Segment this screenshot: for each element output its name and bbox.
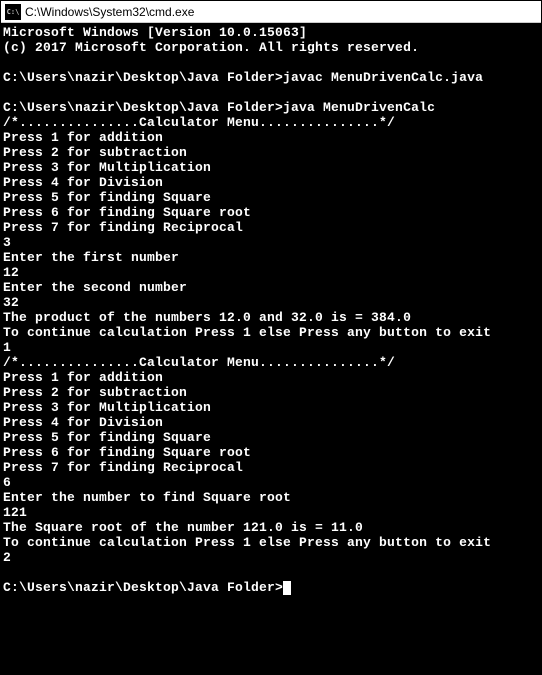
terminal-line: 2 (3, 550, 541, 565)
cmd-window: C:\ C:\Windows\System32\cmd.exe Microsof… (0, 0, 542, 675)
terminal-line (3, 85, 541, 100)
terminal-line: Press 7 for finding Reciprocal (3, 460, 541, 475)
terminal-line: Press 6 for finding Square root (3, 445, 541, 460)
terminal-line: /*...............Calculator Menu........… (3, 115, 541, 130)
terminal-line: To continue calculation Press 1 else Pre… (3, 325, 541, 340)
terminal-line: Enter the first number (3, 250, 541, 265)
terminal-line: 32 (3, 295, 541, 310)
terminal-line: Enter the number to find Square root (3, 490, 541, 505)
terminal-line: 121 (3, 505, 541, 520)
terminal-line: Press 4 for Division (3, 415, 541, 430)
terminal-line: Press 3 for Multiplication (3, 400, 541, 415)
title-bar[interactable]: C:\ C:\Windows\System32\cmd.exe (1, 1, 541, 23)
terminal-line: (c) 2017 Microsoft Corporation. All righ… (3, 40, 541, 55)
cursor (283, 581, 291, 595)
terminal-line (3, 55, 541, 70)
terminal-line: /*...............Calculator Menu........… (3, 355, 541, 370)
terminal-line: The Square root of the number 121.0 is =… (3, 520, 541, 535)
terminal-line: The product of the numbers 12.0 and 32.0… (3, 310, 541, 325)
terminal-output[interactable]: Microsoft Windows [Version 10.0.15063](c… (1, 23, 541, 674)
terminal-line: C:\Users\nazir\Desktop\Java Folder>java … (3, 100, 541, 115)
terminal-line (3, 565, 541, 580)
terminal-line: Press 4 for Division (3, 175, 541, 190)
terminal-line: To continue calculation Press 1 else Pre… (3, 535, 541, 550)
terminal-line: Press 2 for subtraction (3, 385, 541, 400)
terminal-line: 12 (3, 265, 541, 280)
terminal-line: Press 5 for finding Square (3, 190, 541, 205)
window-title: C:\Windows\System32\cmd.exe (25, 5, 194, 19)
terminal-line: Enter the second number (3, 280, 541, 295)
terminal-line: 1 (3, 340, 541, 355)
cmd-icon: C:\ (5, 4, 21, 20)
terminal-line: Press 1 for addition (3, 130, 541, 145)
terminal-line: C:\Users\nazir\Desktop\Java Folder>javac… (3, 70, 541, 85)
terminal-line: 6 (3, 475, 541, 490)
terminal-line: Press 2 for subtraction (3, 145, 541, 160)
terminal-line: Press 3 for Multiplication (3, 160, 541, 175)
terminal-line: Press 5 for finding Square (3, 430, 541, 445)
terminal-line: Press 6 for finding Square root (3, 205, 541, 220)
terminal-line: Press 7 for finding Reciprocal (3, 220, 541, 235)
terminal-line: 3 (3, 235, 541, 250)
terminal-line: C:\Users\nazir\Desktop\Java Folder> (3, 580, 541, 595)
terminal-line: Microsoft Windows [Version 10.0.15063] (3, 25, 541, 40)
terminal-line: Press 1 for addition (3, 370, 541, 385)
